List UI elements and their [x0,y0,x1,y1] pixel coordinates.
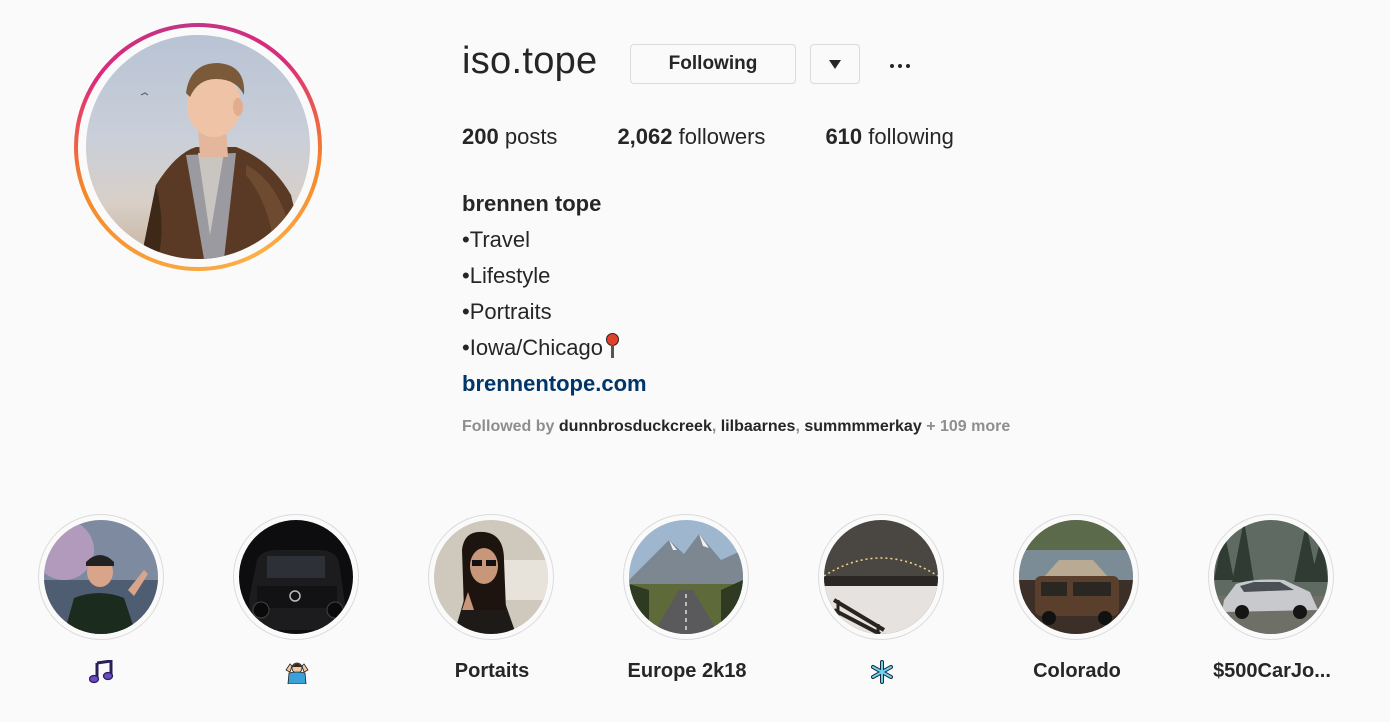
following-stat[interactable]: 610 following [825,124,953,150]
following-label: following [868,124,954,149]
profile-bio: brennen tope •Travel •Lifestyle •Portrai… [462,186,647,402]
followed-by-more[interactable]: + 109 more [926,418,1010,435]
followed-by-account[interactable]: lilbaarnes [721,418,796,435]
suggestions-dropdown-button[interactable] [810,44,860,84]
highlight-label: $500CarJo... [1213,660,1331,682]
highlight-cover [629,520,743,634]
profile-avatar[interactable] [86,35,310,259]
highlight-ring [38,514,164,640]
bio-line-portraits: •Portraits [462,299,552,324]
highlight-label [788,660,976,684]
followed-by[interactable]: Followed by dunnbrosduckcreek, lilbaarne… [462,418,1010,436]
followed-by-account[interactable]: summmmerkay [804,418,921,435]
highlight-label [203,660,391,685]
person-shrugging-icon [284,660,310,685]
followers-label: followers [678,124,766,149]
bio-line-location-text: •Iowa/Chicago [462,335,604,360]
website-link[interactable]: brennentope.com [462,366,647,402]
highlight-ring [233,514,359,640]
followed-by-account[interactable]: dunnbrosduckcreek [559,418,712,435]
snowflake-icon [869,660,895,684]
highlight-europe-2k18[interactable]: Europe 2k18 [623,514,751,682]
posts-label: posts [504,124,558,149]
full-name: brennen tope [462,191,602,216]
highlight-cover [1214,520,1328,634]
ellipsis-dot [906,64,910,68]
highlight-cover [434,520,548,634]
highlight-ring [818,514,944,640]
avatar-photo [140,63,306,259]
highlight-music[interactable] [38,514,166,684]
musical-notes-icon [88,659,115,684]
more-options-button[interactable] [884,54,916,78]
highlight-portaits[interactable]: Portaits [428,514,556,682]
highlight-label [8,659,196,684]
bio-line-location: •Iowa/Chicago [462,330,647,366]
highlight-label: Colorado [1033,660,1121,682]
highlight-cover [824,520,938,634]
profile-avatar-story-ring[interactable] [74,23,322,271]
followers-count: 2,062 [617,124,673,149]
highlight-ring [1013,514,1139,640]
highlight-cover [1019,520,1133,634]
highlight-colorado[interactable]: Colorado [1013,514,1141,682]
highlight-snowflake[interactable] [818,514,946,684]
highlight-ring [428,514,554,640]
posts-stat: 200 posts [462,124,557,150]
highlight-label: Europe 2k18 [627,660,747,682]
following-button[interactable]: Following [630,44,796,84]
profile-stats: 200 posts 2,062 followers 610 following [462,124,1014,150]
bio-line-travel: •Travel [462,227,531,252]
ellipsis-dot [898,64,902,68]
following-count: 610 [825,124,863,149]
ellipsis-icon [890,64,894,68]
followed-by-prefix: Followed by [462,418,555,435]
highlight-cover [239,520,353,634]
highlight-shrug[interactable] [233,514,361,685]
posts-count: 200 [462,124,499,149]
highlight-label: Portaits [454,660,530,682]
followers-stat[interactable]: 2,062 followers [617,124,765,150]
bio-line-lifestyle: •Lifestyle [462,263,551,288]
highlight-ring [1208,514,1334,640]
highlight-ring [623,514,749,640]
highlight-cover [44,520,158,634]
caret-down-icon [829,59,841,69]
round-pushpin-icon [605,333,621,359]
highlight-500carjo[interactable]: $500CarJo... [1208,514,1336,682]
profile-username: iso.tope [462,40,598,82]
